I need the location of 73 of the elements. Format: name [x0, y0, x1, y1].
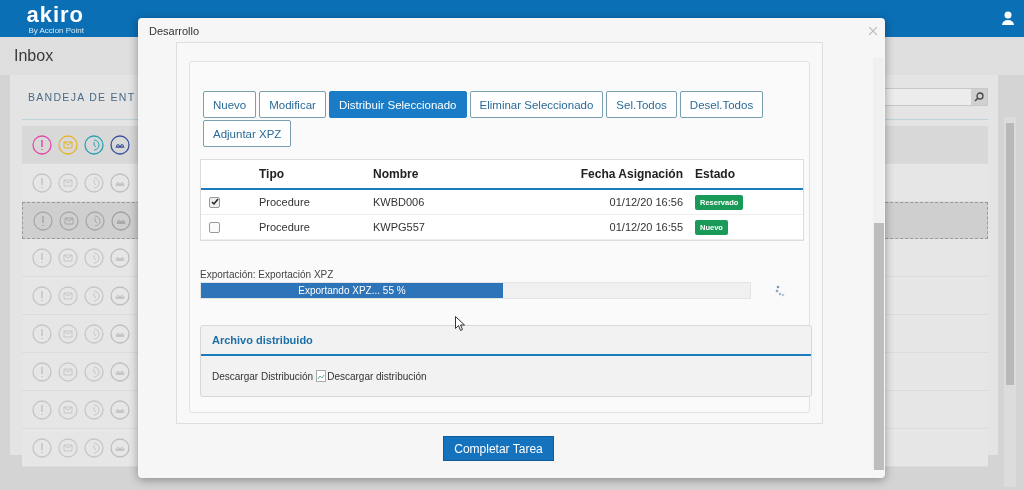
logo: akiro	[26, 4, 84, 26]
panel-title: BANDEJA DE ENT	[28, 91, 136, 103]
export-label: Exportación: Exportación XPZ	[200, 269, 335, 280]
column-header: Fecha Asignación	[579, 167, 683, 181]
mail-icon	[58, 172, 78, 193]
group-icon	[110, 247, 130, 268]
mail-icon	[58, 437, 78, 458]
clock-icon	[84, 285, 104, 306]
alert-icon	[33, 210, 53, 231]
alert-icon	[32, 399, 52, 420]
alert-icon	[32, 134, 52, 155]
toolbar-button[interactable]: Nuevo	[203, 91, 257, 118]
page-title: Inbox	[14, 47, 54, 65]
download-link[interactable]: Descargar distribución	[316, 370, 427, 382]
logo-tagline: By Accion Point	[28, 26, 84, 35]
alert-icon	[32, 285, 52, 306]
group-icon	[110, 285, 130, 306]
clock-icon	[84, 323, 104, 344]
row-checkbox[interactable]	[209, 221, 220, 233]
table-cell-text: 01/12/20 16:55	[608, 221, 683, 233]
search-button[interactable]	[971, 89, 987, 105]
toolbar-button[interactable]: Distribuir Seleccionado	[328, 91, 467, 118]
clock-icon	[84, 134, 104, 155]
clock-icon	[84, 172, 104, 193]
toolbar-button[interactable]: Modificar	[259, 91, 326, 118]
mail-icon	[58, 399, 78, 420]
table-cell-text: KWPG557	[372, 221, 426, 233]
mail-icon	[58, 361, 78, 382]
column-header: Nombre	[372, 167, 420, 181]
clock-icon	[84, 437, 104, 458]
group-icon	[110, 399, 130, 420]
table-cell-text: 01/12/20 16:56	[608, 196, 683, 208]
clock-icon	[84, 361, 104, 382]
clock-icon	[84, 247, 104, 268]
group-icon	[110, 361, 130, 382]
group-icon	[110, 437, 130, 458]
dialog-title: Desarrollo	[149, 25, 200, 37]
alert-icon	[32, 361, 52, 382]
mail-icon	[58, 285, 78, 306]
toolbar-button[interactable]: Desel.Todos	[679, 91, 764, 118]
table-cell-text: Procedure	[258, 196, 311, 208]
toolbar-button[interactable]: Eliminar Seleccionado	[469, 91, 604, 118]
broken-image-icon	[316, 370, 327, 382]
mail-icon	[58, 247, 78, 268]
alert-icon	[32, 437, 52, 458]
table-cell-text: Procedure	[258, 221, 311, 233]
spinner-icon	[775, 284, 785, 297]
alert-icon	[32, 172, 52, 193]
row-checkbox[interactable]	[209, 196, 220, 208]
panel-heading: Archivo distribuido	[212, 334, 313, 346]
toolbar-button[interactable]: Sel.Todos	[606, 91, 677, 118]
column-header: Tipo	[258, 167, 286, 181]
user-icon[interactable]	[1002, 11, 1014, 25]
toolbar-button[interactable]: Adjuntar XPZ	[203, 120, 292, 147]
column-header: Estado	[694, 167, 736, 181]
alert-icon	[32, 247, 52, 268]
group-icon	[110, 134, 130, 155]
mail-icon	[59, 210, 79, 231]
cursor-icon	[455, 316, 465, 331]
mail-icon	[58, 323, 78, 344]
dialog-scrollbar[interactable]	[873, 58, 884, 470]
mail-icon	[58, 134, 78, 155]
download-label: Descargar Distribución	[212, 370, 314, 382]
clock-icon	[84, 399, 104, 420]
complete-task-button[interactable]: Completar Tarea	[443, 436, 554, 461]
clock-icon	[85, 210, 105, 231]
group-icon	[110, 172, 130, 193]
group-icon	[110, 323, 130, 344]
scrollbar[interactable]	[1004, 117, 1016, 487]
group-icon	[111, 210, 131, 231]
alert-icon	[32, 323, 52, 344]
progress-text: Exportando XPZ... 55 %	[297, 284, 407, 298]
table-cell-text: KWBD006	[372, 196, 426, 208]
